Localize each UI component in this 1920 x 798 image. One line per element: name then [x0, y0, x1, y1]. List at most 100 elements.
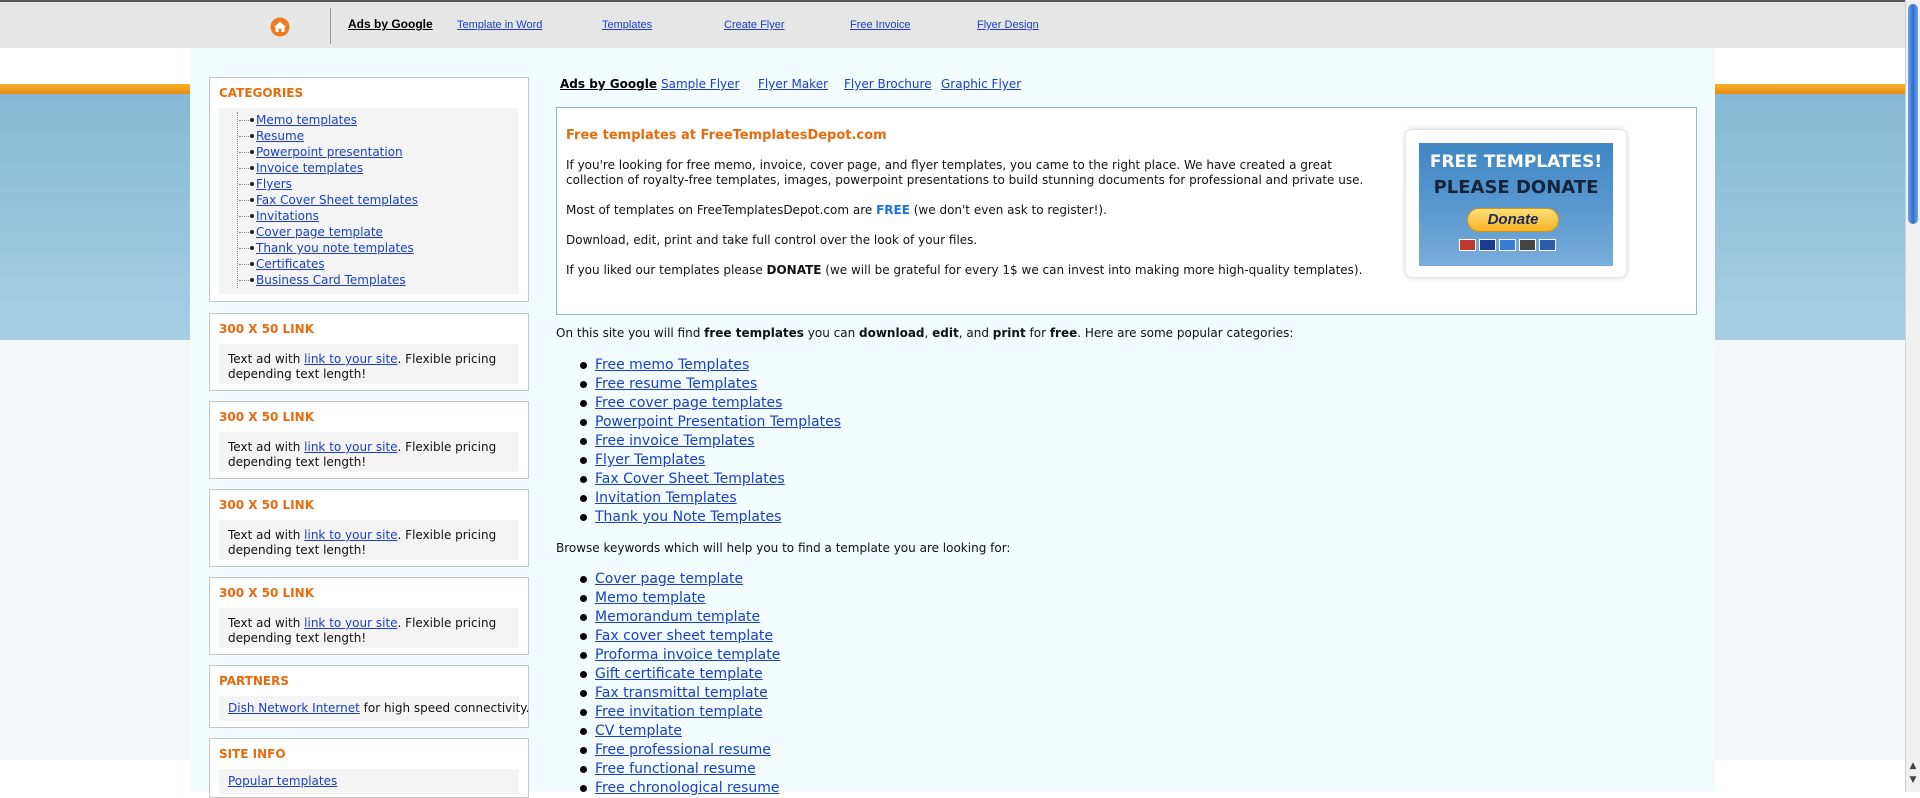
popular-link[interactable]: Free invoice Templates	[595, 433, 755, 449]
popular-link[interactable]: Invitation Templates	[595, 490, 737, 506]
popular-link[interactable]: Flyer Templates	[595, 452, 705, 468]
keyword-link[interactable]: Fax cover sheet template	[595, 628, 773, 644]
scroll-down-arrow-icon[interactable]: ▼	[1908, 775, 1918, 785]
p1-text: , and	[958, 326, 993, 340]
category-link-invoice[interactable]: Invoice templates	[256, 161, 363, 175]
bullet	[580, 747, 587, 754]
home-icon[interactable]	[270, 17, 290, 37]
category-link-fax-cover[interactable]: Fax Cover Sheet templates	[256, 193, 418, 207]
subnav-link-sample-flyer[interactable]: Sample Flyer	[661, 77, 739, 91]
subnav-link-flyer-maker[interactable]: Flyer Maker	[758, 77, 828, 91]
keyword-link[interactable]: Cover page template	[595, 571, 743, 587]
ad-title: 300 X 50 LINK	[219, 322, 314, 336]
p1-bold: print	[992, 326, 1026, 340]
bullet	[580, 438, 587, 445]
list-item: Memorandum template	[580, 608, 780, 627]
category-link-powerpoint[interactable]: Powerpoint presentation	[256, 145, 403, 159]
category-link-business-card[interactable]: Business Card Templates	[256, 273, 406, 287]
list-item: CV template	[580, 722, 780, 741]
topnav-ads-by-google[interactable]: Ads by Google	[348, 17, 433, 31]
popular-link[interactable]: Free memo Templates	[595, 357, 749, 373]
categories-title: CATEGORIES	[219, 86, 304, 100]
keyword-link[interactable]: Fax transmittal template	[595, 685, 768, 701]
mastercard-icon	[1459, 239, 1476, 251]
keyword-link[interactable]: Free functional resume	[595, 761, 756, 777]
p1-bold: download	[859, 326, 925, 340]
partner-link[interactable]: Dish Network Internet	[228, 701, 360, 715]
ad-link[interactable]: link to your site	[304, 528, 397, 542]
donate-button[interactable]: Donate	[1467, 208, 1559, 232]
bullet	[250, 262, 254, 266]
list-item: Free functional resume	[580, 760, 780, 779]
bullet	[580, 362, 587, 369]
category-link-invitations[interactable]: Invitations	[256, 209, 319, 223]
keyword-link[interactable]: Free chronological resume	[595, 780, 780, 796]
p1-text: On this site you will find	[556, 326, 705, 340]
list-item: Free professional resume	[580, 741, 780, 760]
category-link-cover-page[interactable]: Cover page template	[256, 225, 383, 239]
ad-title: 300 X 50 LINK	[219, 498, 314, 512]
subnav-link-flyer-brochure[interactable]: Flyer Brochure	[844, 77, 932, 91]
partners-text-post: for high speed connectivity.	[359, 701, 530, 715]
ad-link[interactable]: link to your site	[304, 616, 397, 630]
ad-text-pre: Text ad with	[228, 528, 305, 542]
intro-paragraph-3: Download, edit, print and take full cont…	[566, 233, 978, 247]
list-item: Fax Cover Sheet Templates	[580, 470, 841, 489]
donate-banner-line2: PLEASE DONATE	[1433, 177, 1599, 198]
category-link-memo-templates[interactable]: Memo templates	[256, 113, 357, 127]
intro-p2-post: (we don't even ask to register!).	[909, 203, 1107, 217]
popular-templates-link[interactable]: Popular templates	[228, 774, 337, 788]
bullet	[250, 134, 254, 138]
keyword-link[interactable]: Memorandum template	[595, 609, 760, 625]
p1-bold: free	[1049, 326, 1078, 340]
category-link-resume[interactable]: Resume	[256, 129, 304, 143]
ad-link[interactable]: link to your site	[304, 440, 397, 454]
amex-icon	[1499, 239, 1516, 251]
subnav-link-graphic-flyer[interactable]: Graphic Flyer	[941, 77, 1021, 91]
keyword-link[interactable]: Gift certificate template	[595, 666, 763, 682]
keyword-link[interactable]: Memo template	[595, 590, 706, 606]
topnav-link-free-invoice[interactable]: Free Invoice	[850, 19, 911, 31]
category-item: Business Card Templates	[238, 272, 418, 288]
donate-banner[interactable]: FREE TEMPLATES! PLEASE DONATE Donate	[1419, 143, 1613, 266]
keyword-link[interactable]: Proforma invoice template	[595, 647, 780, 663]
donate-frame: FREE TEMPLATES! PLEASE DONATE Donate	[1406, 130, 1626, 277]
popular-categories-intro: On this site you will find free template…	[556, 326, 1293, 340]
category-link-certificates[interactable]: Certificates	[256, 257, 325, 271]
popular-link[interactable]: Powerpoint Presentation Templates	[595, 414, 841, 430]
bullet	[250, 118, 254, 122]
popular-link[interactable]: Fax Cover Sheet Templates	[595, 471, 785, 487]
categories-inner: Memo templates Resume Powerpoint present…	[219, 108, 519, 294]
keywords-list: Cover page template Memo template Memora…	[580, 570, 780, 798]
keyword-link[interactable]: CV template	[595, 723, 682, 739]
scrollbar-thumb[interactable]	[1908, 4, 1918, 224]
keyword-link[interactable]: Free professional resume	[595, 742, 771, 758]
topnav-link-template-in-word[interactable]: Template in Word	[457, 19, 542, 31]
category-link-flyers[interactable]: Flyers	[256, 177, 292, 191]
popular-link[interactable]: Free cover page templates	[595, 395, 782, 411]
keyword-link[interactable]: Free invitation template	[595, 704, 763, 720]
bullet	[580, 514, 587, 521]
subnav-ads-by-google[interactable]: Ads by Google	[560, 77, 657, 91]
bullet	[580, 614, 587, 621]
site-info-box: SITE INFO Popular templates	[209, 738, 529, 798]
partners-box: PARTNERS Dish Network Internet for high …	[209, 665, 530, 728]
topnav-link-templates[interactable]: Templates	[602, 19, 652, 31]
category-item: Resume	[238, 128, 418, 144]
vertical-scrollbar[interactable]: ▲ ▼	[1905, 0, 1920, 792]
bank-icon	[1539, 239, 1556, 251]
ad-link[interactable]: link to your site	[304, 352, 397, 366]
category-item: Invitations	[238, 208, 418, 224]
intro-paragraph-1: If you're looking for free memo, invoice…	[566, 158, 1364, 187]
category-link-thank-you[interactable]: Thank you note templates	[256, 241, 414, 255]
popular-link[interactable]: Free resume Templates	[595, 376, 757, 392]
topnav-link-flyer-design[interactable]: Flyer Design	[977, 19, 1039, 31]
ad-text: Text ad with link to your site. Flexible…	[228, 528, 498, 558]
category-item: Fax Cover Sheet templates	[238, 192, 418, 208]
ad-text: Text ad with link to your site. Flexible…	[228, 352, 498, 382]
bullet	[580, 419, 587, 426]
scroll-up-arrow-icon[interactable]: ▲	[1908, 761, 1918, 771]
topnav-link-create-flyer[interactable]: Create Flyer	[724, 19, 785, 31]
list-item: Thank you Note Templates	[580, 508, 841, 527]
popular-link[interactable]: Thank you Note Templates	[595, 509, 781, 525]
